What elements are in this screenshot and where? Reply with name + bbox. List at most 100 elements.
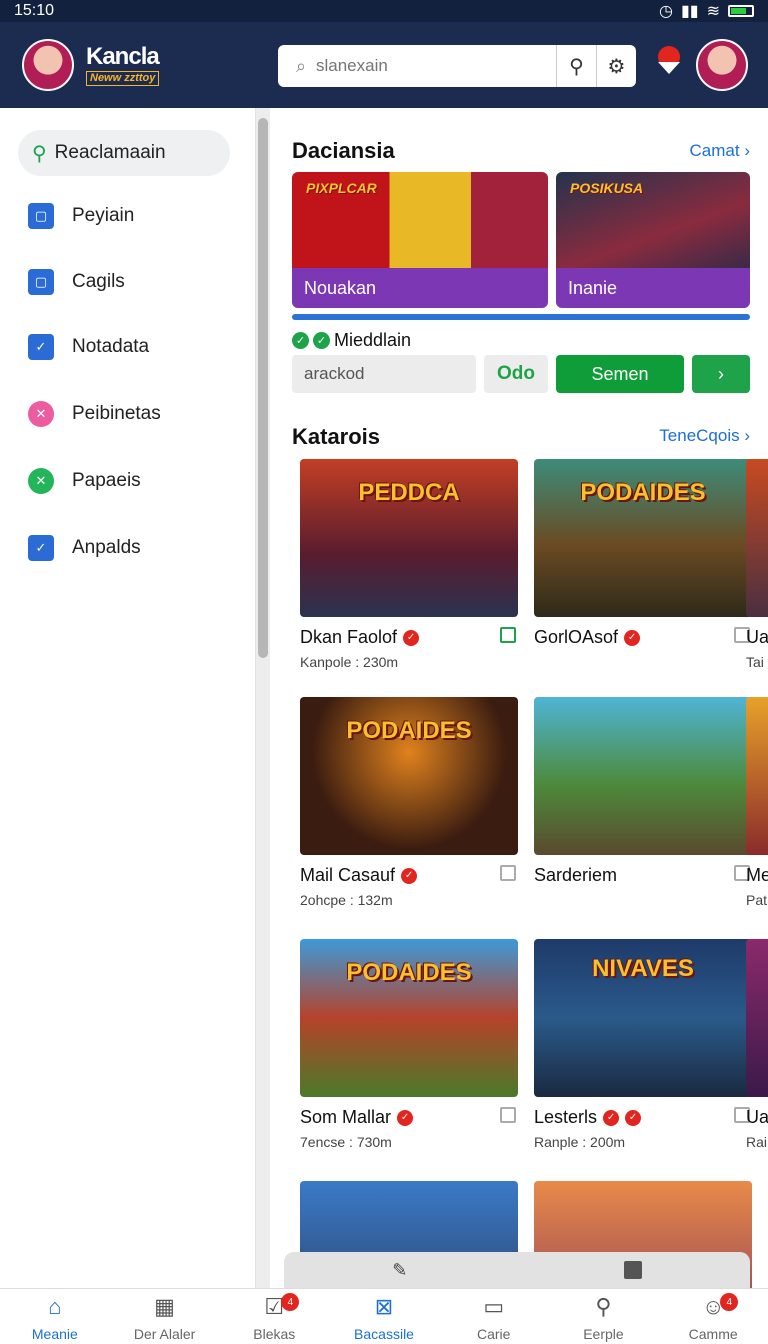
bottom-nav: ⌂ Meanie ▦ Der Alaler ☑ 4 Blekas ⊠ Bacas… <box>0 1288 768 1344</box>
game-card-title: PEDDCA <box>358 479 460 506</box>
nav-label: Der Alaler <box>133 1326 196 1342</box>
select-checkbox[interactable] <box>500 627 516 643</box>
game-card-meta: 7encse : 730m <box>300 1134 392 1150</box>
alert-icon: ✓ <box>624 629 641 646</box>
search-input[interactable] <box>316 56 556 76</box>
nav-label: Carie <box>477 1326 511 1342</box>
nav-item-camme[interactable]: ☺ 4 Camme <box>658 1289 768 1344</box>
check-square-icon: ✓ <box>28 535 54 561</box>
brand-logo: Kancla Neww zzttoy <box>86 44 160 86</box>
game-card-name: Me <box>746 865 768 885</box>
alert-icon: ✓ <box>603 1109 620 1126</box>
select-checkbox[interactable] <box>500 865 516 881</box>
featured-link[interactable]: Camat › <box>690 141 750 161</box>
game-card[interactable]: PEDDCA Dkan Faolof ✓ Kanpole : 230m <box>300 459 518 670</box>
featured-card[interactable]: POSIKUSA Inanie <box>556 172 750 308</box>
brand-subtitle: Neww zzttoy <box>86 70 160 86</box>
game-card-title: PODAIDES <box>346 717 472 744</box>
next-button[interactable]: › <box>692 355 750 393</box>
close-circle-icon: ✕ <box>28 401 54 427</box>
close-circle-icon: ✕ <box>28 468 54 494</box>
catalog-link[interactable]: TeneCqois › <box>659 426 750 446</box>
floating-toolbar: ✎ <box>284 1252 750 1288</box>
nav-label: Meanie <box>31 1326 78 1342</box>
status-bar: 15:10 ◷ ▮▮ ≋ <box>0 0 768 22</box>
game-card-meta: Kanpole : 230m <box>300 654 399 670</box>
home-icon: ⌂ <box>48 1294 62 1319</box>
nav-item-eerple[interactable]: ⚲ Eerple <box>549 1289 659 1344</box>
nav-item-meanie[interactable]: ⌂ Meanie <box>0 1289 110 1344</box>
profile-avatar[interactable] <box>696 39 748 91</box>
game-card[interactable]: PODAIDES GorlOAsof ✓ <box>534 459 752 654</box>
game-card[interactable]: PODAIDES Mail Casauf ✓ 2ohcpe : 132m <box>300 697 518 908</box>
sidebar-item-papaeis[interactable]: ✕ Papaeis <box>28 461 141 501</box>
app-header: Kancla Neww zzttoy ⌕ ⚲ ⚙ <box>0 22 768 108</box>
sidebar-item-cagils[interactable]: ▢ Cagils <box>28 262 125 302</box>
search-icon: ⌕ <box>295 55 307 76</box>
nav-label: Bacassile <box>354 1326 414 1342</box>
game-card-title: NIVAVES <box>592 955 694 982</box>
game-card[interactable]: Ua Rai <box>746 939 768 1150</box>
search-button[interactable]: ⚲ <box>556 45 596 87</box>
alert-icon: ✓ <box>397 1109 414 1126</box>
notification-badge: 4 <box>281 1293 300 1311</box>
sidebar-item-peibinetas[interactable]: ✕ Peibinetas <box>28 394 161 434</box>
search-bar: ⌕ ⚲ ⚙ <box>278 45 636 87</box>
semen-button[interactable]: Semen <box>556 355 684 393</box>
sidebar-item-anpalds[interactable]: ✓ Anpalds <box>28 528 141 568</box>
building-icon: ▦ <box>154 1294 175 1319</box>
stop-icon[interactable] <box>623 1261 642 1279</box>
status-row: ✓ ✓ Mieddlain <box>292 330 411 351</box>
featured-logo: PIXPLCAR <box>306 180 377 196</box>
game-card-name: Ua <box>746 627 768 647</box>
sidebar-search[interactable]: ⚲ Reaclamaain <box>18 130 230 176</box>
check-icon: ✓ <box>313 332 330 349</box>
game-card-meta: 2ohcpe : 132m <box>300 892 393 908</box>
featured-caption: Nouakan <box>292 268 548 308</box>
sidebar-item-notadata[interactable]: ✓ Notadata <box>28 327 149 367</box>
sidebar-scrollbar[interactable] <box>256 108 270 1288</box>
game-card-name: GorlOAsof <box>534 627 619 647</box>
game-card[interactable]: NIVAVES Lesterls ✓ ✓ Ranple : 200m <box>534 939 752 1150</box>
sidebar-item-label: Peyiain <box>72 205 135 226</box>
avatar[interactable] <box>22 39 74 91</box>
wifi-icon: ≋ <box>706 3 720 20</box>
select-checkbox[interactable] <box>500 1107 516 1123</box>
sidebar-item-peyiain[interactable]: ▢ Peyiain <box>28 196 134 236</box>
nav-item-der-alaler[interactable]: ▦ Der Alaler <box>110 1289 220 1344</box>
nav-item-bacassile[interactable]: ⊠ Bacassile <box>329 1289 439 1344</box>
nav-label: Eerple <box>583 1326 624 1342</box>
game-card[interactable]: Sarderiem <box>534 697 752 892</box>
window-icon: ▭ <box>483 1294 505 1319</box>
status-text: Mieddlain <box>334 330 412 350</box>
code-input[interactable]: arackod <box>292 355 476 393</box>
game-card[interactable]: Ua Tai <box>746 459 768 670</box>
notification-badge: 4 <box>720 1293 739 1311</box>
game-card[interactable]: PODAIDES Som Mallar ✓ 7encse : 730m <box>300 939 518 1150</box>
square-x-icon: ⊠ <box>374 1294 394 1319</box>
sidebar: ⚲ Reaclamaain ▢ Peyiain ▢ Cagils ✓ Notad… <box>0 108 256 1288</box>
odo-button[interactable]: Odo <box>484 355 548 393</box>
nav-label: Blekas <box>253 1326 296 1342</box>
battery-icon <box>728 5 754 17</box>
sidebar-item-label: Papaeis <box>72 470 141 491</box>
featured-progress <box>292 314 750 320</box>
notification-icon[interactable] <box>658 46 682 76</box>
nav-item-blekas[interactable]: ☑ 4 Blekas <box>219 1289 329 1344</box>
catalog-title: Katarois <box>292 424 381 449</box>
search-icon: ⚲ <box>32 142 47 165</box>
featured-card[interactable]: PIXPLCAR Nouakan <box>292 172 548 308</box>
signal-icon: ▮▮ <box>680 3 699 20</box>
game-card[interactable]: Me Pat <box>746 697 768 908</box>
game-card-title: PODAIDES <box>580 479 706 506</box>
main-content: Daciansia Camat › PIXPLCAR Nouakan POSIK… <box>270 108 768 1288</box>
sidebar-item-label: Notadata <box>72 336 150 357</box>
nav-label: Camme <box>688 1326 738 1342</box>
pencil-icon[interactable]: ✎ <box>392 1260 407 1281</box>
status-time: 15:10 <box>14 2 55 19</box>
nav-item-carie[interactable]: ▭ Carie <box>439 1289 549 1344</box>
settings-icon[interactable]: ⚙ <box>596 45 636 87</box>
alert-icon: ✓ <box>401 867 418 884</box>
game-card-meta: Tai <box>746 654 764 670</box>
sidebar-item-label: Anpalds <box>72 537 141 558</box>
